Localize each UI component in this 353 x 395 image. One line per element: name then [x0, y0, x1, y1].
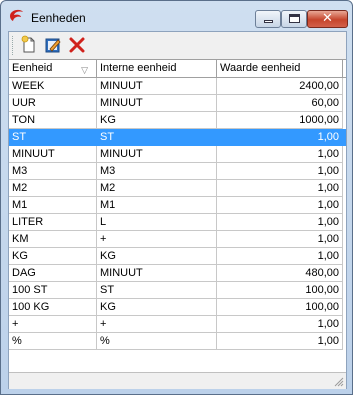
- column-header-interne-eenheid[interactable]: Interne eenheid: [97, 60, 217, 77]
- new-document-icon[interactable]: [19, 35, 39, 55]
- sort-descending-icon: ▽: [81, 65, 88, 75]
- maximize-button[interactable]: [281, 10, 307, 28]
- toolbar-grip[interactable]: [12, 36, 16, 55]
- toolbar: [9, 32, 346, 58]
- cell-interne-eenheid[interactable]: %: [97, 333, 217, 350]
- table-row[interactable]: TON KG 1000,00: [9, 112, 346, 129]
- table-header: Eenheid ▽ Interne eenheid Waarde eenheid: [9, 60, 346, 78]
- column-header-label: Eenheid: [12, 62, 53, 74]
- table-row[interactable]: DAG MINUUT 480,00: [9, 265, 346, 282]
- cell-waarde-eenheid[interactable]: 60,00: [217, 95, 343, 112]
- cell-waarde-eenheid[interactable]: 2400,00: [217, 78, 343, 95]
- cell-eenheid[interactable]: TON: [9, 112, 97, 129]
- cell-waarde-eenheid[interactable]: 1,00: [217, 146, 343, 163]
- table-row[interactable]: M3 M3 1,00: [9, 163, 346, 180]
- title-bar[interactable]: Eenheden ✕: [1, 1, 352, 31]
- table-row[interactable]: WEEK MINUUT 2400,00: [9, 78, 346, 95]
- cell-waarde-eenheid[interactable]: 480,00: [217, 265, 343, 282]
- table-row[interactable]: 100 KG KG 100,00: [9, 299, 346, 316]
- cell-interne-eenheid[interactable]: L: [97, 214, 217, 231]
- cell-eenheid[interactable]: %: [9, 333, 97, 350]
- window-client-area: Eenheid ▽ Interne eenheid Waarde eenheid…: [8, 31, 347, 389]
- close-button[interactable]: ✕: [307, 10, 348, 28]
- cell-eenheid[interactable]: WEEK: [9, 78, 97, 95]
- units-table: Eenheid ▽ Interne eenheid Waarde eenheid…: [9, 59, 346, 372]
- table-row[interactable]: UUR MINUUT 60,00: [9, 95, 346, 112]
- delete-icon[interactable]: [67, 35, 87, 55]
- cell-eenheid[interactable]: 100 ST: [9, 282, 97, 299]
- status-bar: [9, 372, 346, 389]
- close-icon: ✕: [322, 11, 333, 26]
- table-row[interactable]: M2 M2 1,00: [9, 180, 346, 197]
- cell-waarde-eenheid[interactable]: 1,00: [217, 129, 343, 146]
- cell-eenheid[interactable]: LITER: [9, 214, 97, 231]
- cell-waarde-eenheid[interactable]: 1,00: [217, 231, 343, 248]
- minimize-icon: [264, 20, 273, 23]
- table-row[interactable]: 100 ST ST 100,00: [9, 282, 346, 299]
- cell-interne-eenheid[interactable]: M1: [97, 197, 217, 214]
- cell-interne-eenheid[interactable]: KG: [97, 299, 217, 316]
- cell-eenheid[interactable]: DAG: [9, 265, 97, 282]
- table-row[interactable]: %% 1,00: [9, 333, 346, 350]
- cell-interne-eenheid[interactable]: ST: [97, 282, 217, 299]
- column-header-eenheid[interactable]: Eenheid ▽: [9, 60, 97, 77]
- table-row[interactable]: KM +1,00: [9, 231, 346, 248]
- table-row[interactable]: LITER L 1,00: [9, 214, 346, 231]
- cell-waarde-eenheid[interactable]: 1,00: [217, 316, 343, 333]
- table-row[interactable]: + +1,00: [9, 316, 346, 333]
- cell-interne-eenheid[interactable]: KG: [97, 112, 217, 129]
- cell-eenheid[interactable]: M3: [9, 163, 97, 180]
- cell-interne-eenheid[interactable]: ST: [97, 129, 217, 146]
- column-header-label: Waarde eenheid: [220, 62, 301, 74]
- cell-eenheid[interactable]: KM: [9, 231, 97, 248]
- cell-interne-eenheid[interactable]: MINUUT: [97, 78, 217, 95]
- table-row[interactable]: KG KG 1,00: [9, 248, 346, 265]
- edit-icon[interactable]: [43, 35, 63, 55]
- cell-interne-eenheid[interactable]: MINUUT: [97, 95, 217, 112]
- minimize-button[interactable]: [255, 10, 281, 28]
- cell-waarde-eenheid[interactable]: 100,00: [217, 299, 343, 316]
- cell-waarde-eenheid[interactable]: 100,00: [217, 282, 343, 299]
- cell-interne-eenheid[interactable]: M2: [97, 180, 217, 197]
- cell-interne-eenheid[interactable]: +: [97, 231, 217, 248]
- cell-eenheid[interactable]: MINUUT: [9, 146, 97, 163]
- cell-waarde-eenheid[interactable]: 1,00: [217, 333, 343, 350]
- cell-eenheid[interactable]: ST: [9, 129, 97, 146]
- cell-interne-eenheid[interactable]: KG: [97, 248, 217, 265]
- column-header-label: Interne eenheid: [100, 62, 177, 74]
- cell-waarde-eenheid[interactable]: 1,00: [217, 248, 343, 265]
- column-header-waarde-eenheid[interactable]: Waarde eenheid: [217, 60, 343, 77]
- resize-grip-icon[interactable]: [333, 376, 344, 387]
- cell-waarde-eenheid[interactable]: 1000,00: [217, 112, 343, 129]
- app-logo-icon: [8, 8, 26, 24]
- cell-eenheid[interactable]: M1: [9, 197, 97, 214]
- table-row[interactable]: MINUUT MINUUT 1,00: [9, 146, 346, 163]
- table-row[interactable]: ST ST 1,00: [9, 129, 346, 146]
- cell-interne-eenheid[interactable]: MINUUT: [97, 265, 217, 282]
- window-title: Eenheden: [31, 11, 86, 25]
- maximize-icon: [289, 14, 300, 23]
- cell-eenheid[interactable]: KG: [9, 248, 97, 265]
- cell-eenheid[interactable]: 100 KG: [9, 299, 97, 316]
- app-window: Eenheden ✕ Eenheid ▽ Interne eenheid Waa…: [0, 0, 353, 395]
- cell-interne-eenheid[interactable]: MINUUT: [97, 146, 217, 163]
- cell-eenheid[interactable]: +: [9, 316, 97, 333]
- cell-eenheid[interactable]: UUR: [9, 95, 97, 112]
- cell-eenheid[interactable]: M2: [9, 180, 97, 197]
- cell-interne-eenheid[interactable]: +: [97, 316, 217, 333]
- table-row[interactable]: M1 M1 1,00: [9, 197, 346, 214]
- cell-waarde-eenheid[interactable]: 1,00: [217, 180, 343, 197]
- cell-interne-eenheid[interactable]: M3: [97, 163, 217, 180]
- cell-waarde-eenheid[interactable]: 1,00: [217, 197, 343, 214]
- cell-waarde-eenheid[interactable]: 1,00: [217, 163, 343, 180]
- cell-waarde-eenheid[interactable]: 1,00: [217, 214, 343, 231]
